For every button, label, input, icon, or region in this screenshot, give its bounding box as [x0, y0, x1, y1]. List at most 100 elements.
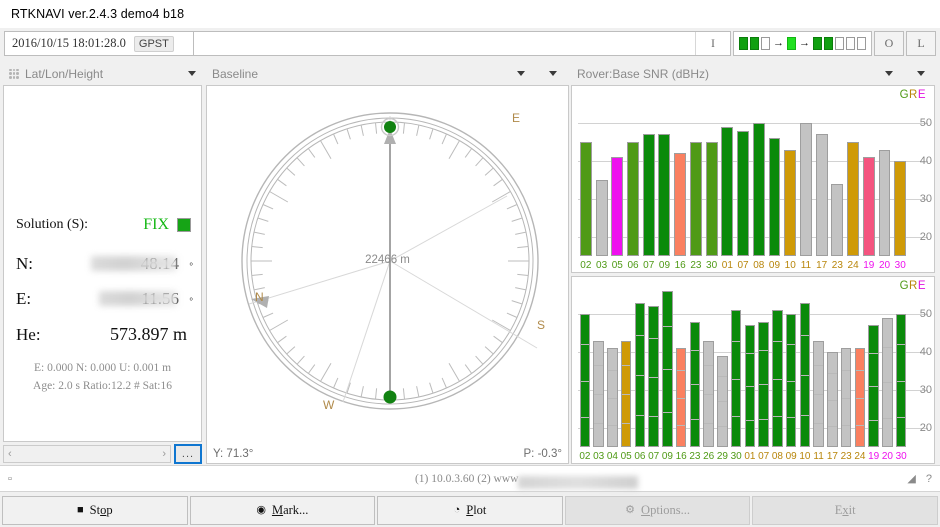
bar-cell — [784, 295, 798, 447]
x-axis-label: 23 — [830, 260, 846, 271]
snr-bar — [868, 325, 878, 447]
options-button: ⚙Options... — [565, 496, 751, 525]
stream-out-square-2 — [824, 37, 833, 50]
snr-bar — [894, 161, 906, 256]
log-stream-button[interactable]: L — [906, 31, 936, 56]
stream-in-square-2 — [750, 37, 759, 50]
bar-segment — [677, 370, 685, 371]
help-icon[interactable]: ? — [926, 473, 932, 485]
snr-bar — [706, 142, 718, 256]
x-axis-label: 11 — [812, 451, 826, 462]
snr-bar — [635, 303, 645, 447]
snr-bar — [721, 127, 733, 256]
bar-segment — [773, 379, 781, 380]
plot-label: Plot — [466, 503, 486, 518]
bar-cell — [867, 295, 881, 447]
x-axis-label: 01 — [719, 260, 735, 271]
scroll-left-arrow-icon[interactable]: ‹ — [8, 448, 12, 460]
snr-bar — [580, 142, 592, 256]
baseline-options-dropdown[interactable] — [549, 71, 557, 76]
bar-cell — [767, 104, 783, 256]
bar-cell — [647, 295, 661, 447]
x-axis-label: 02 — [578, 451, 592, 462]
time-system-button[interactable]: GPST — [134, 36, 174, 52]
bar-cell — [657, 104, 673, 256]
toolbar: 2016/10/15 18:01:28.0 GPST I → → O L — [0, 28, 940, 59]
stream-proc-square — [787, 37, 796, 50]
snr-view-dropdown[interactable] — [885, 71, 893, 76]
bar-segment — [677, 425, 685, 426]
snr-bar — [607, 348, 617, 447]
snr-options-dropdown[interactable] — [917, 71, 925, 76]
snr-bar — [879, 150, 891, 256]
snr-plot-area-rover: 20304050 — [578, 104, 908, 256]
snr-bar — [737, 131, 749, 256]
resize-grip-icon[interactable]: ◢ — [907, 472, 915, 485]
input-stream-button[interactable]: I — [695, 32, 730, 55]
x-axis-label: 24 — [853, 451, 867, 462]
solution-format-dropdown[interactable] — [188, 71, 196, 76]
x-axis-label: 07 — [757, 451, 771, 462]
snr-bar — [627, 142, 639, 256]
bar-segment — [704, 365, 712, 366]
scroll-right-arrow-icon[interactable]: › — [162, 448, 166, 460]
snr-bar — [800, 123, 812, 256]
baseline-view-dropdown[interactable] — [517, 71, 525, 76]
y-axis-tick: 50 — [920, 117, 932, 129]
x-axis-label: 07 — [641, 260, 657, 271]
x-axis-label: 19 — [861, 260, 877, 271]
horizontal-scrollbar[interactable]: ‹ › — [3, 445, 171, 463]
stop-button[interactable]: ■Stop — [2, 496, 188, 525]
legend-glonass: R — [909, 89, 918, 101]
bar-cell — [606, 295, 620, 447]
snr-bar — [596, 180, 608, 256]
bar-segment — [814, 394, 822, 395]
snr-bar — [841, 348, 851, 447]
bar-cell — [592, 295, 606, 447]
legend-galileo: E — [918, 89, 926, 101]
bar-segment — [787, 344, 795, 345]
svg-text:E: E — [512, 111, 520, 125]
snr-bar — [703, 341, 713, 447]
bar-segment — [759, 419, 767, 420]
bar-cell — [674, 295, 688, 447]
bar-segment — [581, 417, 589, 418]
y-axis-tick: 20 — [920, 231, 932, 243]
x-axis-label: 30 — [729, 451, 743, 462]
solution-panel: Lat/Lon/Height Solution (S): FIX N: 48.1… — [0, 62, 205, 465]
snr-bar — [753, 123, 765, 256]
window-title: RTKNAVI ver.2.4.3 demo4 b18 — [11, 7, 184, 21]
bar-cell — [704, 104, 720, 256]
bar-cell — [757, 295, 771, 447]
time-display: 2016/10/15 18:01:28.0 GPST — [4, 31, 194, 56]
bar-segment — [842, 398, 850, 399]
snr-bar — [731, 310, 741, 447]
height-row: He: 573.897 m — [16, 324, 193, 345]
bar-segment — [581, 381, 589, 382]
more-options-button[interactable]: ... — [174, 444, 202, 464]
stddev-text: E: 0.000 N: 0.000 U: 0.001 m — [4, 362, 201, 374]
pitch-value: P: -0.3° — [524, 448, 562, 460]
x-axis-label: 07 — [647, 451, 661, 462]
mark-button[interactable]: ◉Mark... — [190, 496, 376, 525]
snr-chart-base[interactable]: GRE 20304050 020304050607091623262930010… — [571, 276, 935, 464]
x-axis-label: 09 — [657, 260, 673, 271]
snr-bar — [786, 314, 796, 447]
x-axis-label: 29 — [716, 451, 730, 462]
snr-chart-rover[interactable]: GRE 20304050 020305060709162330010708091… — [571, 85, 935, 273]
y-axis-tick: 30 — [920, 193, 932, 205]
baseline-body[interactable]: N E S W 22466 m Y: 71.3° P: -0.3° — [206, 85, 569, 464]
redacted-overlay-status — [518, 476, 638, 489]
stream-status-indicators[interactable]: → → — [733, 31, 872, 56]
bar-segment — [856, 425, 864, 426]
plot-button[interactable]: ◔Plot — [377, 496, 563, 525]
bar-cell — [812, 295, 826, 447]
bar-segment — [883, 382, 891, 383]
bar-segment — [636, 415, 644, 416]
bar-segment — [594, 365, 602, 366]
stop-label: Stop — [90, 503, 113, 518]
output-stream-button[interactable]: O — [874, 31, 904, 56]
bar-segment — [649, 338, 657, 339]
stream-in-square-3 — [761, 37, 770, 50]
snr-legend-base: GRE — [900, 280, 926, 292]
